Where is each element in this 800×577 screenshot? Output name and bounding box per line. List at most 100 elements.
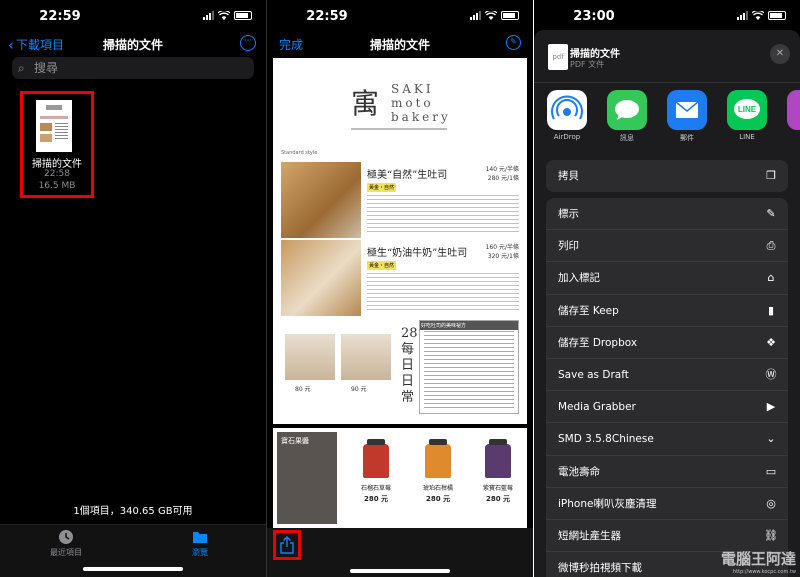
- share-file-type: PDF 文件: [570, 60, 605, 69]
- copy-group: 拷貝 ❐: [546, 160, 788, 193]
- line-icon: LINE: [727, 90, 767, 130]
- product-card: 極美“自然”生吐司 140 元/半條 280 元/1條 黃金・自然: [281, 162, 519, 244]
- files-screen: 22:59 ‹ 下載項目 掃描的文件 ··· ⌕ 搜尋 掃描的文件 22:58 …: [0, 0, 266, 577]
- preview-screen: 22:59 完成 掃描的文件 ✎ 㝢 SAKI moto bakery Stan…: [266, 0, 533, 577]
- jam-price: 280 元: [425, 495, 451, 503]
- product-card: 極生“奶油牛奶”生吐司 160 元/半條 320 元/1條 黃金・自然: [281, 240, 519, 322]
- share-app-label: 訊息: [620, 134, 634, 142]
- status-time: 22:59: [39, 9, 81, 24]
- action-speaker-clean[interactable]: iPhone喇叭灰塵清理 ◎: [546, 488, 788, 520]
- bag-price: 80 元: [295, 386, 311, 393]
- chevron-down-circle-icon: ⌄: [766, 432, 776, 446]
- bag-price: 90 元: [351, 386, 367, 393]
- storage-footer: 1個項目，340.65 GB可用: [73, 506, 193, 517]
- app-icon: [787, 90, 800, 130]
- markup-icon: ✎: [766, 207, 776, 220]
- wifi-icon: [752, 11, 764, 20]
- mail-icon: [667, 90, 707, 130]
- action-smd[interactable]: SMD 3.5.8Chinese ⌄: [546, 423, 788, 456]
- nav-bar: ‹ 下載項目 掃描的文件 ···: [0, 30, 266, 58]
- status-bar: 22:59: [267, 0, 533, 30]
- file-item[interactable]: 掃描的文件 22:58 16.5 MB: [20, 91, 94, 198]
- home-indicator: [83, 567, 183, 571]
- bakery-logo: 㝢: [351, 87, 380, 120]
- tips-header: 好吃吐司的美味祕方: [420, 321, 518, 330]
- jam-price: 280 元: [363, 495, 389, 503]
- share-app-label: AirDrop: [553, 133, 581, 141]
- tab-recents[interactable]: 最近項目: [36, 529, 96, 558]
- wordpress-icon: Ⓦ: [765, 367, 777, 381]
- file-time: 22:58: [44, 169, 70, 179]
- tips-box: 好吃吐司的美味祕方: [419, 320, 519, 414]
- share-app-more[interactable]: Me: [786, 90, 800, 141]
- bread-image: [281, 240, 361, 316]
- tab-browse[interactable]: 瀏覽: [170, 529, 230, 558]
- share-app-mail[interactable]: 郵件: [666, 90, 708, 143]
- pdf-file-icon: pdf: [548, 44, 568, 70]
- jam-name: 石榴石草莓: [360, 485, 391, 492]
- file-name: 掃描的文件: [32, 159, 82, 170]
- target-icon: ◎: [766, 496, 776, 510]
- svg-text:LINE: LINE: [738, 105, 757, 114]
- product-price: 140 元/半條 280 元/1條: [485, 166, 519, 182]
- document-page-1: 㝢 SAKI moto bakery Standard style 極美“自然”…: [273, 58, 527, 424]
- bottom-section: 80 元 90 元 28 每日日常 好吃吐司的美味祕方: [281, 320, 519, 420]
- action-battery-life[interactable]: 電池壽命 ▭: [546, 456, 788, 488]
- status-bar: 23:00: [534, 0, 800, 30]
- jam-name: 紫寶石藍莓: [482, 485, 513, 492]
- signal-icon: [470, 11, 481, 20]
- share-app-label: 郵件: [680, 134, 694, 142]
- file-thumbnail: [36, 100, 72, 152]
- bottom-toolbar: [267, 528, 533, 577]
- action-add-tags[interactable]: 加入標記 ⌂: [546, 262, 788, 295]
- battery-icon: [234, 11, 252, 20]
- share-app-airdrop[interactable]: AirDrop: [546, 90, 588, 141]
- share-file-title: 掃描的文件: [570, 49, 620, 60]
- more-options-icon[interactable]: ···: [240, 35, 256, 51]
- jam-jar: [363, 439, 389, 478]
- clock-icon: [59, 530, 73, 544]
- page-title: 掃描的文件: [369, 38, 430, 52]
- watermark: 電腦王阿達 http://www.kocpc.com.tw: [720, 550, 796, 575]
- jam-jar: [425, 439, 451, 478]
- product-name: 極生“奶油牛奶”生吐司: [367, 248, 468, 259]
- tag-icon: ⌂: [767, 271, 775, 285]
- page-title: 掃描的文件: [102, 38, 163, 52]
- product-tag: 黃金・自然: [367, 183, 397, 192]
- tab-bar: 最近項目 瀏覽: [0, 524, 266, 577]
- share-button[interactable]: [273, 530, 301, 560]
- share-app-messages[interactable]: 訊息: [606, 90, 648, 143]
- home-indicator: [350, 569, 450, 573]
- messages-icon: [607, 90, 647, 130]
- action-copy[interactable]: 拷貝 ❐: [546, 160, 788, 192]
- copy-icon: ❐: [766, 169, 776, 182]
- share-app-line[interactable]: LINE LINE: [726, 90, 768, 141]
- action-save-dropbox[interactable]: 儲存至 Dropbox ❖: [546, 327, 788, 359]
- battery-icon: [501, 11, 519, 20]
- action-save-draft[interactable]: Save as Draft Ⓦ: [546, 359, 788, 392]
- product-name: 極美“自然”生吐司: [367, 170, 448, 181]
- bag-image: [341, 334, 391, 380]
- airdrop-icon: [547, 90, 587, 130]
- tab-recents-label: 最近項目: [50, 548, 82, 557]
- file-size: 16.5 MB: [38, 181, 76, 191]
- share-app-label: Me: [786, 133, 800, 141]
- wifi-icon: [218, 11, 230, 20]
- close-icon[interactable]: ✕: [770, 44, 790, 64]
- action-markup[interactable]: 標示 ✎: [546, 198, 788, 231]
- status-indicators: [203, 11, 252, 20]
- search-placeholder: 搜尋: [34, 61, 59, 75]
- printer-icon: ⎙: [766, 239, 776, 253]
- action-media-grabber[interactable]: Media Grabber ▶: [546, 391, 788, 424]
- search-icon: ⌕: [18, 61, 25, 75]
- bakery-name: SAKI moto bakery: [391, 82, 451, 124]
- action-print[interactable]: 列印 ⎙: [546, 230, 788, 263]
- markup-pen-icon[interactable]: ✎: [506, 35, 521, 50]
- status-time: 23:00: [573, 9, 615, 24]
- battery-icon: [768, 11, 786, 20]
- vertical-heading: 28 每日日常: [401, 326, 418, 405]
- battery-icon: ▭: [765, 464, 777, 478]
- link-icon: ⛓: [764, 528, 778, 542]
- action-save-keep[interactable]: 儲存至 Keep ▮: [546, 295, 788, 327]
- search-input[interactable]: ⌕ 搜尋: [12, 57, 254, 79]
